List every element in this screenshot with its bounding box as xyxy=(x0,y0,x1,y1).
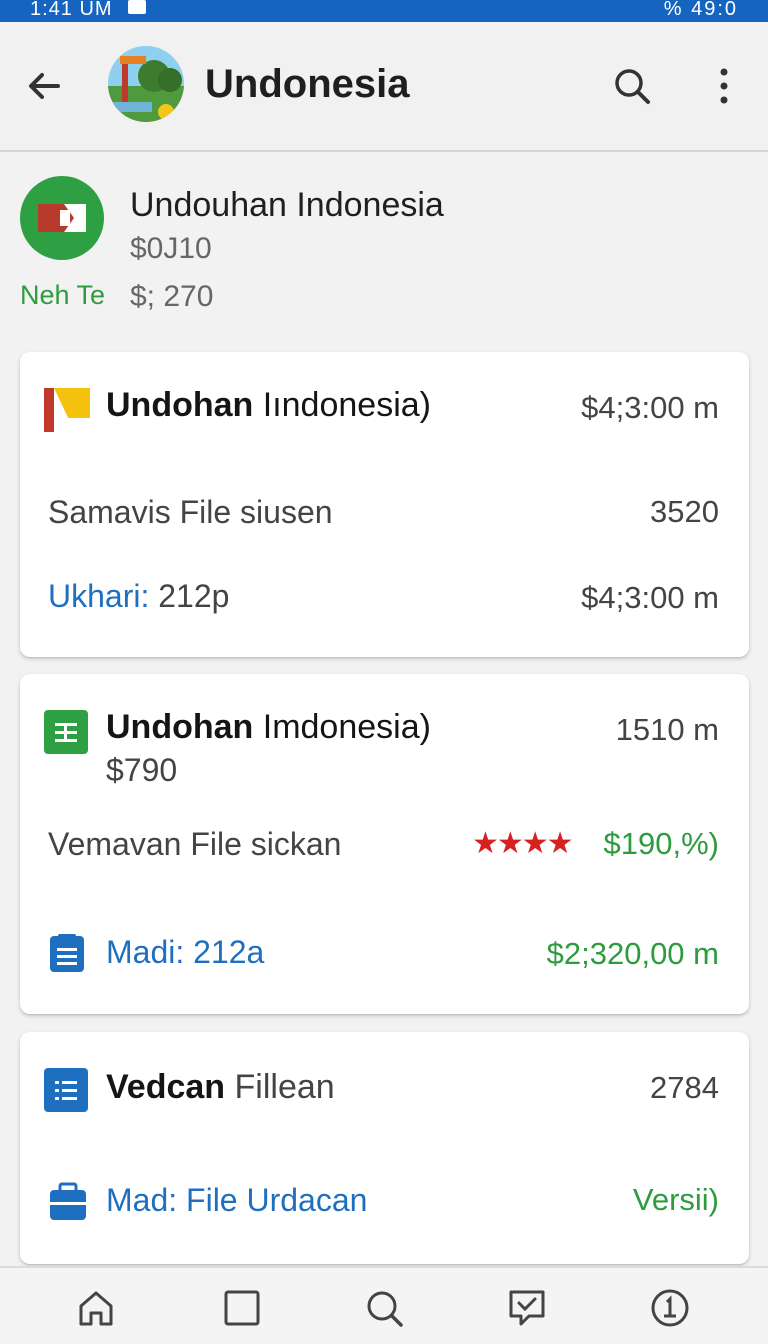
page-title: Undonesia xyxy=(205,62,410,106)
card-link-value: $4;3:00 m xyxy=(581,580,719,615)
search-icon xyxy=(615,69,650,104)
arrow-left-icon xyxy=(29,73,60,99)
bottom-navigation xyxy=(0,1266,768,1344)
card-subtitle: $790 xyxy=(106,752,178,788)
folder-flag-icon xyxy=(44,388,90,432)
status-right: % 49:0 xyxy=(663,0,738,20)
nav-square[interactable] xyxy=(220,1286,264,1330)
account-icon xyxy=(651,1289,689,1327)
card-title: Undohan Imdonesia) xyxy=(106,708,431,746)
card-title-value: 2784 xyxy=(650,1070,719,1105)
home-icon xyxy=(79,1291,113,1326)
file-card[interactable]: Vedcan Fillean 2784 Mad: File Urdacan Ve… xyxy=(20,1032,749,1264)
card-link-value: Versii) xyxy=(632,1182,719,1217)
square-icon xyxy=(224,1290,260,1326)
status-time: 1:41 UM xyxy=(30,0,113,20)
card-link[interactable]: Mad: File Urdacan xyxy=(106,1182,367,1219)
card-link[interactable]: Ukhari: 212p xyxy=(48,578,229,615)
briefcase-icon xyxy=(50,1182,86,1220)
app-bar: Undonesia xyxy=(0,24,768,152)
card-row-label: Vemavan File sickan xyxy=(48,826,342,862)
card-title: Undohan Iındonesia) xyxy=(106,386,431,424)
summary-header: Neh Te Undouhan Indonesia $0J10 $; 270 xyxy=(0,160,768,340)
spreadsheet-icon xyxy=(44,710,88,754)
brand-logo xyxy=(20,176,104,260)
card-link-value: $2;320,00 m xyxy=(546,936,719,971)
more-vertical-icon xyxy=(720,68,728,104)
message-icon xyxy=(509,1290,545,1326)
nav-messages[interactable] xyxy=(505,1286,549,1330)
more-button[interactable] xyxy=(704,64,744,108)
card-title: Vedcan Fillean xyxy=(106,1068,335,1106)
card-row-label: Samavis File siusen xyxy=(48,494,333,530)
back-button[interactable] xyxy=(22,64,66,108)
search-icon xyxy=(367,1291,403,1327)
landscape-avatar-image xyxy=(108,46,184,122)
flag-icon xyxy=(38,204,86,232)
summary-value-1: $0J10 xyxy=(130,232,212,265)
card-link[interactable]: Madi: 212a xyxy=(106,934,264,971)
nav-home[interactable] xyxy=(74,1286,118,1330)
summary-title: Undouhan Indonesia xyxy=(130,186,444,224)
status-bar: 1:41 UM % 49:0 xyxy=(0,0,768,22)
nav-search[interactable] xyxy=(362,1286,406,1330)
file-card[interactable]: Undohan Iındonesia) $4;3:00 m Samavis Fi… xyxy=(20,352,749,657)
search-button[interactable] xyxy=(610,64,654,108)
card-title-value: 1510 m xyxy=(615,712,719,747)
card-row-value: 3520 xyxy=(650,494,719,529)
avatar[interactable] xyxy=(108,46,184,122)
brand-tag: Neh Te xyxy=(20,280,106,310)
card-title-value: $4;3:00 m xyxy=(581,390,719,425)
nav-account[interactable] xyxy=(648,1286,692,1330)
summary-value-2: $; 270 xyxy=(130,280,214,313)
card-row-value: $190,%) xyxy=(603,826,719,861)
file-card[interactable]: Undohan Imdonesia) 1510 m $790 Vemavan F… xyxy=(20,674,749,1014)
notification-icon xyxy=(128,0,146,14)
list-document-icon xyxy=(44,1068,88,1112)
document-icon xyxy=(50,934,84,972)
rating-stars: ★★★★ xyxy=(472,827,574,860)
